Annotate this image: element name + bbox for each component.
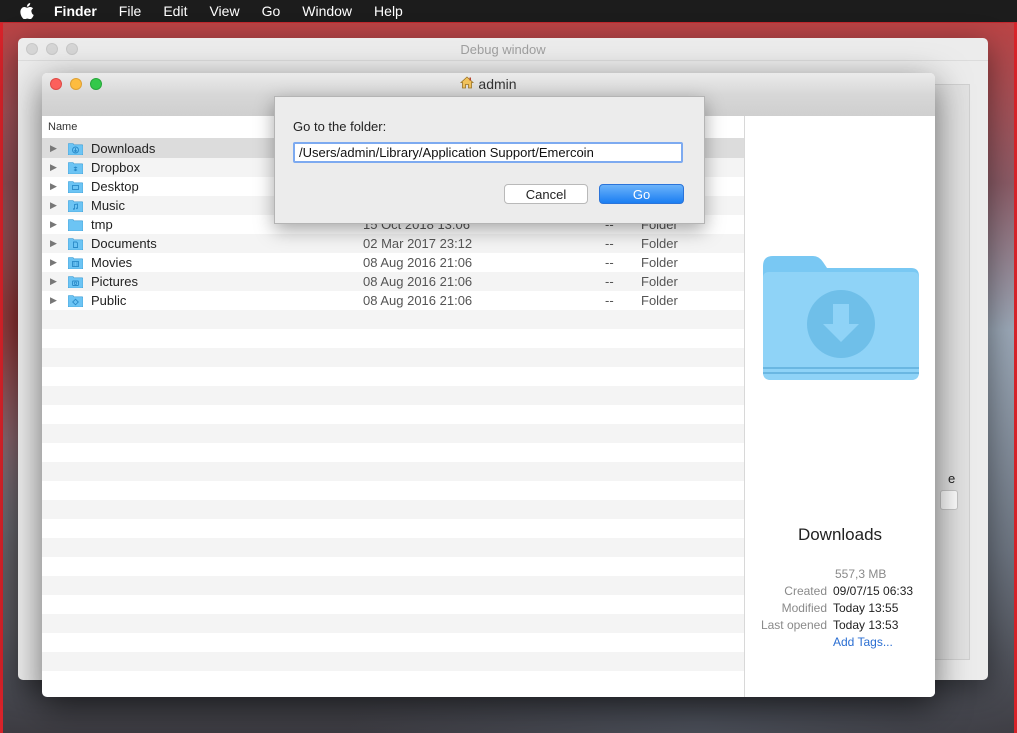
desktop-folder-icon (67, 180, 84, 193)
finder-titlebar[interactable]: admin (42, 73, 935, 95)
file-kind: Folder (641, 293, 678, 308)
folder-icon (67, 218, 84, 231)
list-item-pictures[interactable]: ▶ Pictures 08 Aug 2016 21:06 -- Folder (42, 272, 744, 291)
disclosure-triangle-icon[interactable]: ▶ (50, 238, 64, 249)
menu-edit[interactable]: Edit (163, 3, 187, 19)
menu-view[interactable]: View (209, 3, 239, 19)
screen-border-left (0, 22, 3, 733)
file-size: -- (605, 236, 614, 251)
music-folder-icon (67, 199, 84, 212)
documents-folder-icon (67, 237, 84, 250)
movies-folder-icon (67, 256, 84, 269)
apple-icon[interactable] (18, 2, 36, 20)
list-item-documents[interactable]: ▶ Documents 02 Mar 2017 23:12 -- Folder (42, 234, 744, 253)
list-item-movies[interactable]: ▶ Movies 08 Aug 2016 21:06 -- Folder (42, 253, 744, 272)
disclosure-triangle-icon[interactable]: ▶ (50, 162, 64, 173)
preview-opened-row: Last opened Today 13:53 (745, 618, 898, 632)
file-size: -- (605, 293, 614, 308)
file-size: -- (605, 255, 614, 270)
window-controls (50, 78, 102, 90)
preview-created-row: Created 09/07/15 06:33 (745, 584, 913, 598)
debug-window-title: Debug window (460, 41, 546, 57)
disclosure-triangle-icon[interactable]: ▶ (50, 219, 64, 230)
file-kind: Folder (641, 274, 678, 289)
debug-minimize-button[interactable] (46, 43, 58, 55)
zoom-button[interactable] (90, 78, 102, 90)
last-opened-value: Today 13:53 (833, 618, 899, 632)
file-size: -- (605, 274, 614, 289)
menu-help[interactable]: Help (374, 3, 403, 19)
disclosure-triangle-icon[interactable]: ▶ (50, 257, 64, 268)
disclosure-triangle-icon[interactable]: ▶ (50, 181, 64, 192)
preview-modified-row: Modified Today 13:55 (745, 601, 899, 615)
public-folder-icon (67, 294, 84, 307)
debug-window-controls (26, 43, 78, 55)
disclosure-triangle-icon[interactable]: ▶ (50, 143, 64, 154)
disclosure-triangle-icon[interactable]: ▶ (50, 276, 64, 287)
modified-value: Today 13:55 (833, 601, 899, 615)
menu-go[interactable]: Go (262, 3, 281, 19)
close-button[interactable] (50, 78, 62, 90)
downloads-folder-icon (67, 142, 84, 155)
debug-partial-label: e (948, 471, 956, 486)
preview-pane: Downloads 557,3 MB Created 09/07/15 06:33… (744, 116, 935, 697)
debug-close-button[interactable] (26, 43, 38, 55)
file-name: Movies (91, 255, 133, 270)
debug-zoom-button[interactable] (66, 43, 78, 55)
file-date: 08 Aug 2016 21:06 (363, 274, 473, 289)
modified-label: Modified (781, 601, 827, 615)
empty-rows (42, 310, 744, 690)
preview-tags-row: Add Tags... (745, 635, 893, 649)
disclosure-triangle-icon[interactable]: ▶ (50, 295, 64, 306)
column-header-label: Name (48, 121, 78, 133)
last-opened-label: Last opened (760, 618, 827, 632)
file-name: Documents (91, 236, 157, 251)
minimize-button[interactable] (70, 78, 82, 90)
preview-title: Downloads (797, 525, 883, 544)
preview-size-value: 557,3 MB (835, 567, 887, 581)
list-item-public[interactable]: ▶ Public 08 Aug 2016 21:06 -- Folder (42, 291, 744, 310)
home-icon (460, 76, 475, 92)
folder-path-input[interactable] (293, 142, 683, 163)
disclosure-triangle-icon[interactable]: ▶ (50, 200, 64, 211)
debug-window-titlebar[interactable]: Debug window (18, 38, 988, 61)
file-date: 02 Mar 2017 23:12 (363, 236, 473, 251)
add-tags-link[interactable]: Add Tags... (833, 635, 893, 649)
file-kind: Folder (641, 236, 678, 251)
menu-bar: Finder File Edit View Go Window Help (0, 0, 1017, 23)
downloads-folder-icon (761, 254, 921, 385)
go-to-folder-label: Go to the folder: (293, 119, 387, 134)
go-to-folder-dialog: Go to the folder: Cancel Go (274, 96, 705, 224)
menu-file[interactable]: File (119, 3, 142, 19)
created-label: Created (784, 584, 827, 598)
debug-partial-field[interactable] (940, 490, 958, 510)
cancel-button[interactable]: Cancel (504, 184, 588, 204)
finder-window-title: admin (478, 76, 517, 92)
file-date: 08 Aug 2016 21:06 (363, 293, 473, 308)
menu-finder[interactable]: Finder (54, 3, 97, 19)
pictures-folder-icon (67, 275, 84, 288)
go-button[interactable]: Go (599, 184, 684, 204)
created-value: 09/07/15 06:33 (833, 584, 914, 598)
file-kind: Folder (641, 255, 678, 270)
menu-window[interactable]: Window (302, 3, 352, 19)
file-name: Public (91, 293, 127, 308)
preview-size: 557,3 MB (835, 567, 886, 581)
file-name: Pictures (91, 274, 138, 289)
dropbox-folder-icon (67, 161, 84, 174)
file-date: 08 Aug 2016 21:06 (363, 255, 473, 270)
